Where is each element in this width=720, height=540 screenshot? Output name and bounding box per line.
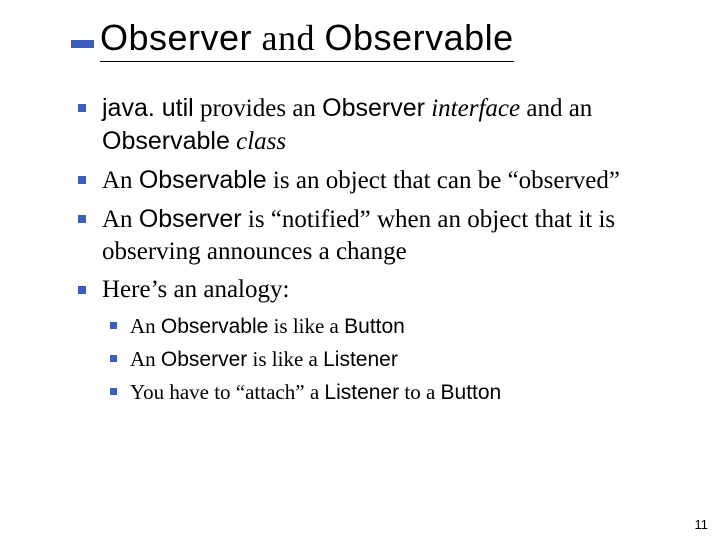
list-item: An Observer is like a Listener (102, 345, 680, 374)
list-item: An Observer is “notified” when an object… (70, 203, 680, 268)
body: java. util provides an Observer interfac… (0, 62, 720, 408)
text-run: An (102, 206, 139, 233)
text-run: Observer (161, 348, 247, 371)
text-run: Observable (139, 166, 267, 194)
title-conj: and (252, 18, 324, 58)
text-run: Observer (139, 205, 242, 233)
text-run: Observable (161, 315, 268, 338)
slide-title: Observer and Observable (100, 18, 514, 62)
text-run: class (230, 128, 286, 155)
text-run: is like a (268, 314, 344, 338)
bullet-list: java. util provides an Observer interfac… (70, 92, 680, 408)
list-item: java. util provides an Observer interfac… (70, 92, 680, 158)
text-run: An (130, 347, 161, 371)
text-run: java. util (102, 94, 194, 122)
list-item: An Observable is an object that can be “… (70, 164, 680, 197)
title-part1: Observer (100, 17, 252, 58)
text-run: is an object that can be “observed” (267, 167, 620, 194)
text-run: You have to “attach” a (130, 380, 324, 404)
text-run: Observer (322, 94, 425, 122)
slide: Observer and Observable java. util provi… (0, 0, 720, 540)
text-run: Observable (102, 127, 230, 155)
text-run: provides an (194, 95, 322, 122)
text-run: Button (441, 381, 502, 404)
text-run: Button (344, 315, 405, 338)
title-accent (71, 40, 94, 48)
sub-bullet-list: An Observable is like a ButtonAn Observe… (102, 312, 680, 408)
text-run: is like a (247, 347, 323, 371)
text-run: Listener (323, 348, 398, 371)
text-run: An (130, 314, 161, 338)
text-run: Here’s an analogy: (102, 276, 289, 303)
text-run: interface (425, 95, 520, 122)
text-run: to a (399, 380, 440, 404)
title-part2: Observable (325, 17, 514, 58)
text-run: Listener (324, 381, 399, 404)
page-number: 11 (695, 517, 709, 532)
list-item: Here’s an analogy: An Observable is like … (70, 274, 680, 408)
text-run: and an (520, 95, 592, 122)
title-block: Observer and Observable (0, 0, 720, 62)
list-item: An Observable is like a Button (102, 312, 680, 341)
list-item: You have to “attach” a Listener to a But… (102, 378, 680, 407)
text-run: An (102, 167, 139, 194)
